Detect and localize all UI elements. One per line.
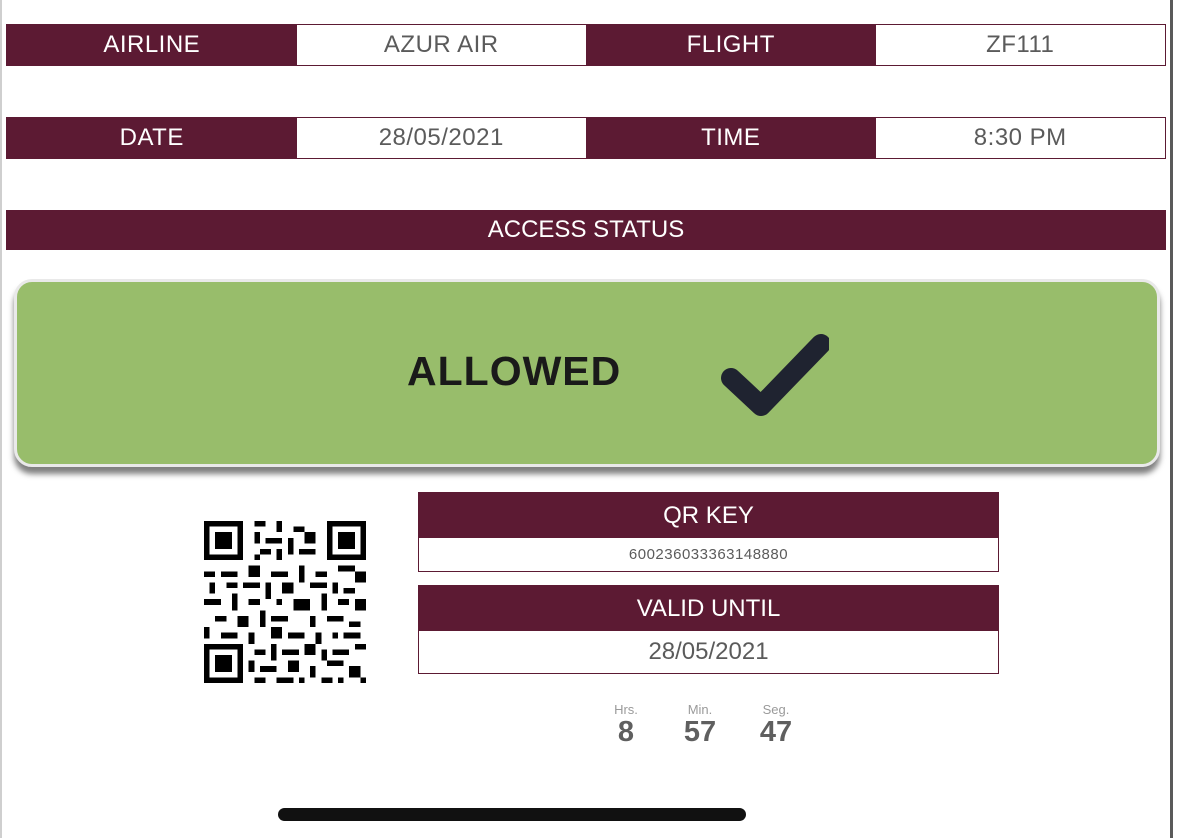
flight-label: FLIGHT: [586, 25, 876, 65]
valid-until-value: 28/05/2021: [648, 638, 769, 665]
home-indicator[interactable]: [278, 808, 746, 821]
countdown-minutes-value: 57: [683, 716, 717, 748]
date-time-row: DATE 28/05/2021 TIME 8:30 PM: [6, 117, 1166, 159]
countdown-hours-value: 8: [617, 716, 635, 748]
valid-until-box: VALID UNTIL 28/05/2021: [418, 585, 999, 674]
airline-value: AZUR AIR: [296, 25, 586, 65]
flight-value: ZF111: [875, 25, 1165, 65]
qr-code-icon: [204, 521, 366, 683]
qr-key-value: 600236033363148880: [628, 546, 789, 563]
countdown-seconds: Seg. 47: [746, 702, 806, 747]
date-label: DATE: [7, 118, 297, 158]
airline-label: AIRLINE: [7, 25, 297, 65]
countdown-seconds-value: 47: [759, 716, 793, 748]
countdown-minutes-label: Min.: [687, 702, 713, 717]
access-status-card: ALLOWED: [14, 279, 1160, 467]
countdown-hours-label: Hrs.: [614, 702, 638, 717]
flight-info-row: AIRLINE AZUR AIR FLIGHT ZF111: [6, 24, 1166, 66]
countdown-hours: Hrs. 8: [596, 702, 656, 747]
time-label: TIME: [586, 118, 876, 158]
time-value: 8:30 PM: [875, 118, 1165, 158]
qr-key-label: QR KEY: [419, 493, 998, 538]
countdown-seconds-label: Seg.: [762, 702, 790, 717]
window-left-edge: [0, 0, 2, 838]
access-status-header: ACCESS STATUS: [6, 210, 1166, 250]
window-right-edge: [1170, 0, 1173, 838]
checkmark-icon: [721, 334, 829, 416]
valid-until-label: VALID UNTIL: [419, 586, 998, 631]
access-status-text: ALLOWED: [407, 348, 622, 394]
qr-key-box: QR KEY 600236033363148880: [418, 492, 999, 572]
date-value: 28/05/2021: [296, 118, 586, 158]
countdown-minutes: Min. 57: [670, 702, 730, 747]
